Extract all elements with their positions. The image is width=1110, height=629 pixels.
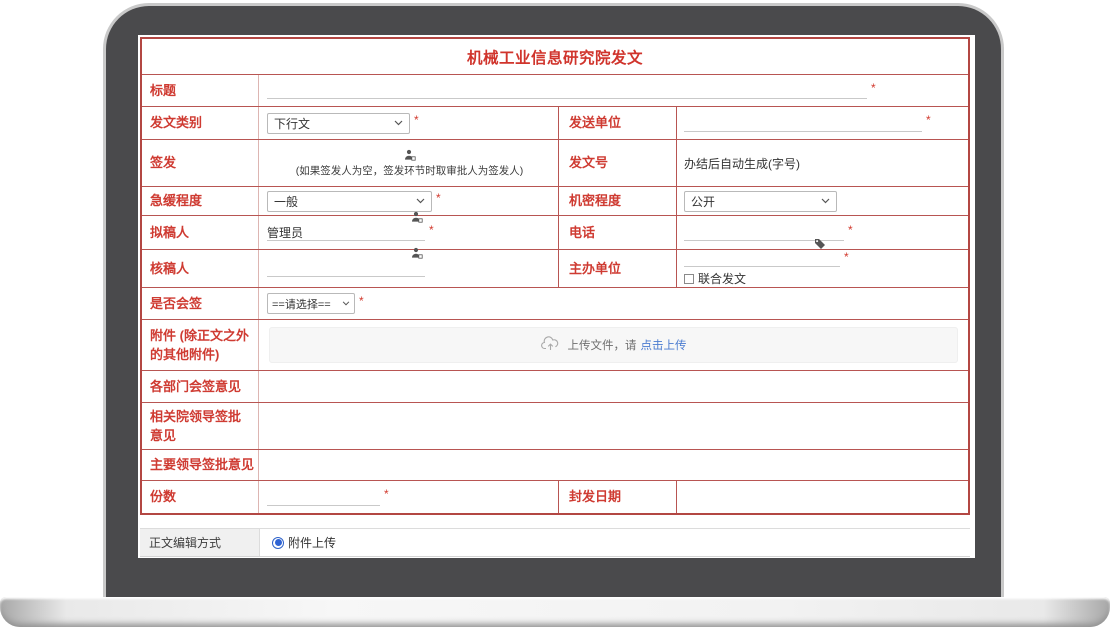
field-label-secrecy: 机密程度 [569, 192, 621, 210]
field-label-title: 标题 [150, 82, 176, 100]
drafter-value: 管理员 [267, 226, 303, 240]
doc-type-select[interactable]: 下行文 [267, 113, 410, 134]
main-leader-opinion-area [259, 450, 968, 480]
related-leader-opinion-area [259, 403, 968, 449]
screen: 机械工业信息研究院发文 标题 * 发文类别 下行文 * 发送单位 * [138, 35, 975, 558]
chevron-down-icon [394, 120, 403, 126]
seal-date-area[interactable] [677, 481, 968, 513]
field-label-doc-no: 发文号 [569, 154, 608, 172]
field-label-doc-type: 发文类别 [150, 114, 202, 132]
field-label-reviewer: 核稿人 [150, 260, 189, 278]
field-label-copies: 份数 [150, 488, 176, 506]
page-title: 机械工业信息研究院发文 [467, 46, 643, 68]
urgency-value: 一般 [274, 193, 298, 210]
required-mark: * [359, 294, 364, 308]
person-picker-icon[interactable] [411, 247, 423, 259]
reviewer-input[interactable] [267, 260, 425, 277]
field-label-dept-opinion: 各部门会签意见 [150, 378, 241, 396]
countersign-value: ==请选择== [272, 296, 331, 312]
doc-type-value: 下行文 [274, 115, 310, 132]
required-mark: * [848, 223, 853, 237]
upload-hint: 上传文件，请 [568, 337, 637, 353]
laptop-base [0, 597, 1110, 627]
chevron-down-icon [416, 198, 425, 204]
dispatch-form: 机械工业信息研究院发文 标题 * 发文类别 下行文 * 发送单位 * [140, 37, 970, 515]
required-mark: * [429, 223, 434, 237]
chevron-down-icon [821, 198, 830, 204]
tag-icon[interactable] [814, 238, 826, 250]
field-label-issue: 签发 [150, 154, 176, 172]
joint-dispatch-label: 联合发文 [698, 270, 746, 287]
upload-link[interactable]: 点击上传 [641, 337, 687, 353]
dept-opinion-area [259, 371, 968, 402]
person-picker-icon[interactable] [411, 211, 423, 223]
secrecy-value: 公开 [691, 193, 715, 210]
body-edit-mode-row: 正文编辑方式 附件上传 [140, 528, 970, 557]
copies-input[interactable] [267, 489, 380, 506]
countersign-select[interactable]: ==请选择== [267, 293, 355, 314]
attachment-upload-radio-label: 附件上传 [288, 534, 336, 551]
field-label-countersign: 是否会签 [150, 295, 202, 313]
field-label-drafter: 拟稿人 [150, 224, 189, 242]
required-mark: * [436, 191, 441, 205]
field-label-body-edit: 正文编辑方式 [140, 529, 260, 556]
field-label-attachment: 附件 (除正文之外的其他附件) [150, 326, 252, 365]
field-label-related-leader-opinion: 相关院领导签批意见 [150, 407, 252, 446]
field-label-main-leader-opinion: 主要领导签批意见 [150, 456, 254, 474]
required-mark: * [926, 113, 931, 127]
form-title-row: 机械工业信息研究院发文 [142, 39, 968, 74]
required-mark: * [844, 250, 849, 264]
cloud-upload-icon [541, 336, 560, 354]
urgency-select[interactable]: 一般 [267, 191, 432, 212]
field-label-urgency: 急缓程度 [150, 192, 202, 210]
issue-note: (如果签发人为空，签发环节时取审批人为签发人) [296, 163, 524, 178]
send-unit-input[interactable] [684, 115, 922, 132]
attachment-upload-radio[interactable] [272, 537, 284, 549]
title-input[interactable] [267, 82, 867, 99]
upload-dropzone[interactable]: 上传文件，请 点击上传 [269, 327, 958, 363]
chevron-down-icon [342, 301, 350, 306]
field-label-phone: 电话 [569, 224, 595, 242]
field-label-send-unit: 发送单位 [569, 114, 621, 132]
required-mark: * [871, 81, 876, 95]
person-picker-icon[interactable] [404, 149, 416, 161]
doc-no-value: 办结后自动生成(字号) [684, 155, 800, 172]
host-unit-input[interactable] [684, 250, 840, 267]
secrecy-select[interactable]: 公开 [684, 191, 837, 212]
required-mark: * [384, 487, 389, 501]
field-label-seal-date: 封发日期 [569, 488, 621, 506]
drafter-input[interactable]: 管理员 [267, 224, 425, 241]
field-label-host-unit: 主办单位 [569, 260, 621, 278]
joint-dispatch-checkbox[interactable] [684, 274, 694, 284]
required-mark: * [414, 113, 419, 127]
